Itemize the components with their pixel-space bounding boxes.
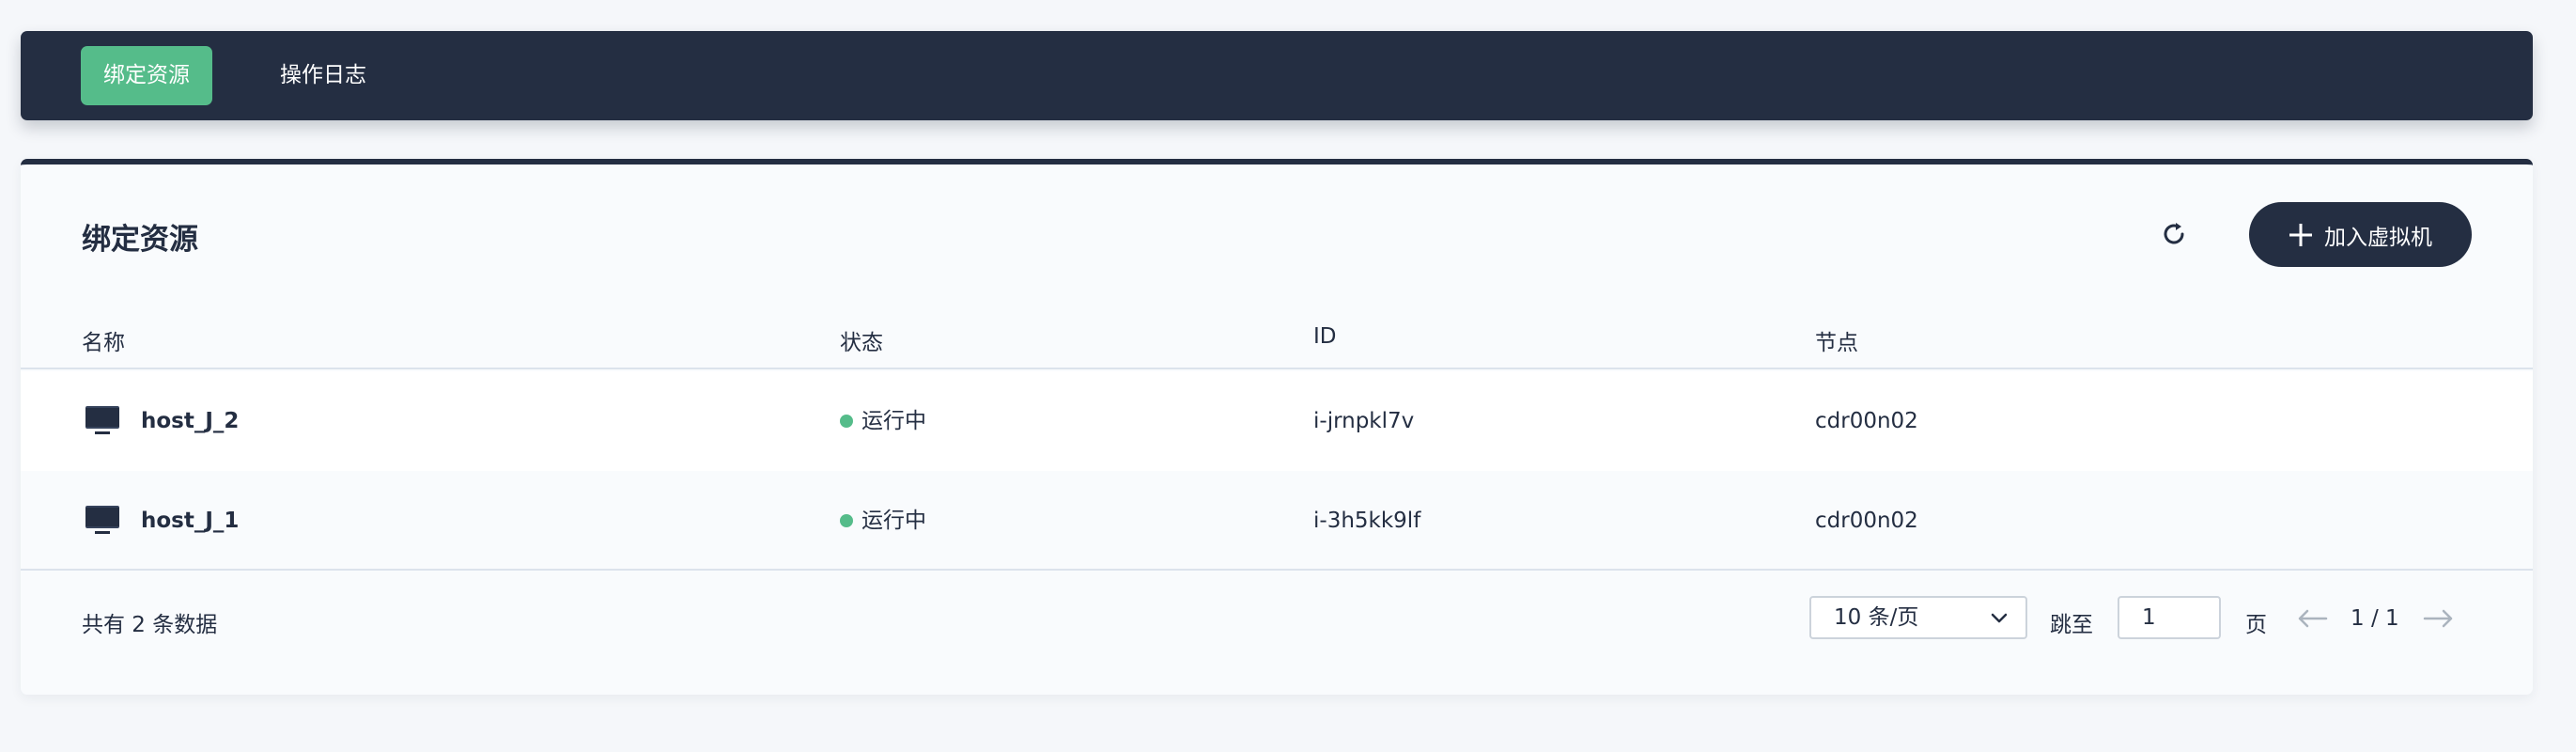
monitor-icon — [85, 406, 119, 434]
total-count: 共有 2 条数据 — [82, 613, 218, 637]
jump-page-input[interactable] — [2118, 596, 2221, 639]
resource-name-link[interactable]: host_J_1 — [141, 471, 239, 571]
status-text: 运行中 — [861, 409, 926, 433]
add-vm-label: 加入虚拟机 — [2324, 225, 2432, 250]
status-cell: 运行中 — [840, 371, 926, 471]
id-cell: i-3h5kk9lf — [1313, 509, 1421, 533]
node-cell: cdr00n02 — [1815, 509, 1918, 533]
monitor-icon — [85, 506, 119, 534]
status-cell: 运行中 — [840, 471, 926, 571]
plus-icon — [2289, 223, 2312, 246]
name-cell: host_J_2 — [85, 371, 239, 471]
column-header-status[interactable]: 状态 — [840, 324, 883, 356]
next-page-button[interactable] — [2421, 604, 2459, 633]
tab-bound-resources[interactable]: 绑定资源 — [81, 46, 212, 105]
node-cell: cdr00n02 — [1815, 409, 1918, 433]
refresh-icon — [2164, 223, 2184, 244]
table-row: host_J_1 运行中 i-3h5kk9lf cdr00n02 — [21, 471, 2533, 571]
panel-title: 绑定资源 — [82, 223, 198, 257]
top-tab-bar: 绑定资源 操作日志 — [21, 31, 2533, 120]
jump-label: 跳至 — [2050, 613, 2093, 637]
page-size-select[interactable]: 10 条/页 — [1809, 596, 2027, 639]
name-cell: host_J_1 — [85, 471, 239, 571]
status-text: 运行中 — [861, 509, 926, 533]
status-dot-icon — [840, 514, 853, 527]
column-header-node[interactable]: 节点 — [1815, 324, 1858, 356]
table-row: host_J_2 运行中 i-jrnpkl7v cdr00n02 — [21, 371, 2533, 471]
status-dot-icon — [840, 415, 853, 428]
id-cell: i-jrnpkl7v — [1313, 409, 1415, 433]
table-footer: 共有 2 条数据 10 条/页 跳至 页 1 / 1 — [21, 572, 2533, 666]
add-vm-button[interactable]: 加入虚拟机 — [2249, 202, 2472, 267]
arrow-right-icon — [2423, 609, 2453, 628]
resource-name-link[interactable]: host_J_2 — [141, 371, 239, 471]
page-size-value: 10 条/页 — [1834, 605, 1919, 630]
tab-operation-log[interactable]: 操作日志 — [257, 46, 389, 105]
column-header-name[interactable]: 名称 — [82, 324, 125, 356]
arrow-left-icon — [2298, 609, 2328, 628]
page-unit-label: 页 — [2245, 613, 2267, 637]
chevron-down-icon — [1991, 613, 2008, 623]
prev-page-button[interactable] — [2292, 604, 2330, 633]
page-indicator: 1 / 1 — [2351, 606, 2399, 631]
refresh-button[interactable] — [2146, 206, 2202, 262]
table-header: 名称 状态 ID 节点 — [21, 306, 2533, 369]
column-header-id[interactable]: ID — [1313, 324, 1337, 349]
bound-resources-panel: 绑定资源 加入虚拟机 名称 状态 ID 节点 host_J_2 运行中 i-jr… — [21, 159, 2533, 695]
